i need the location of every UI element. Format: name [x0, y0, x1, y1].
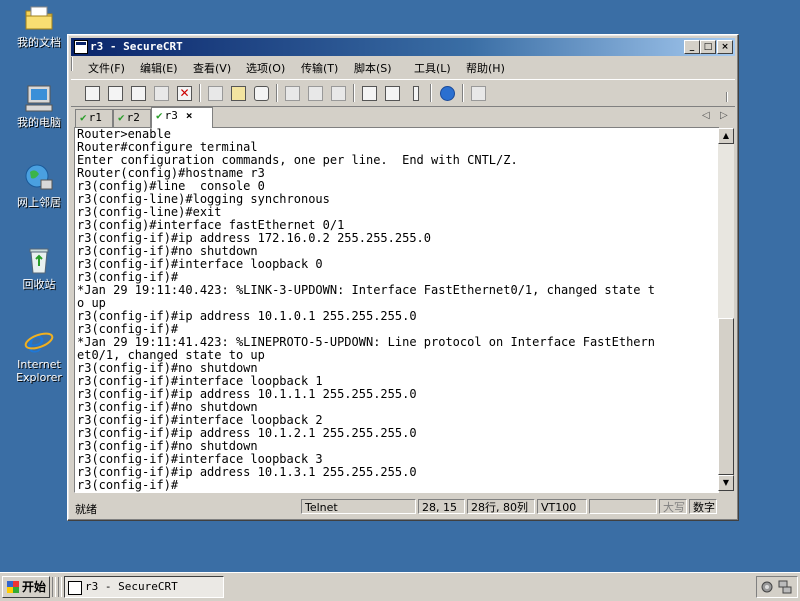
menu-separator: [71, 57, 73, 71]
toolbar-overflow-chevron-icon: [726, 92, 728, 102]
folder-icon: [23, 2, 55, 34]
tab-r3[interactable]: ✔ r3 ×: [151, 107, 213, 128]
tab-label: r3: [164, 109, 178, 122]
print-icon[interactable]: [283, 84, 301, 102]
status-ready: 就绪: [75, 503, 97, 516]
taskbar: 开始 r3 - SecureCRT: [0, 572, 800, 601]
internet-explorer-icon: e: [23, 324, 55, 360]
svg-text:e: e: [27, 325, 45, 356]
menu-transfer[interactable]: 传输(T): [301, 60, 338, 76]
global-options-icon[interactable]: [383, 84, 401, 102]
recycle-bin-icon: [23, 244, 55, 276]
menu-bar: 文件(F) 编辑(E) 查看(V) 选项(O) 传输(T) 脚本(S) 工具(L…: [71, 57, 735, 77]
session-options-icon[interactable]: [360, 84, 378, 102]
status-bar: 就绪 Telnet 28, 15 28行, 80列 VT100 大写 数字: [71, 497, 735, 517]
desktop-icon-label: 网上邻居: [17, 196, 61, 209]
taskbar-item-securecrt[interactable]: r3 - SecureCRT: [64, 576, 224, 598]
securecrt-window: r3 - SecureCRT _ □ × 文件(F) 编辑(E) 查看(V) 选…: [67, 34, 739, 521]
start-button[interactable]: 开始: [2, 576, 50, 598]
tab-r2[interactable]: ✔ r2: [113, 109, 151, 127]
status-cursor-position: 28, 15: [418, 499, 465, 514]
toolbar-separator: [199, 84, 201, 102]
reconnect-icon[interactable]: [152, 84, 170, 102]
toolbar-separator: [462, 84, 464, 102]
scroll-up-icon[interactable]: ▲: [718, 128, 734, 144]
securecrt-app-icon: [74, 40, 88, 54]
tab-label: r2: [126, 111, 140, 124]
desktop-icon-network-places[interactable]: 网上邻居: [6, 162, 72, 209]
check-icon: ✔: [118, 111, 125, 124]
close-button[interactable]: ×: [717, 40, 733, 54]
securecrt-app-icon: [68, 581, 82, 595]
copy-icon[interactable]: [206, 84, 224, 102]
computer-icon: [23, 82, 55, 114]
scroll-down-icon[interactable]: ▼: [718, 475, 734, 491]
toolbar-separator: [430, 84, 432, 102]
minimize-button[interactable]: _: [684, 40, 700, 54]
tab-scroll-right-icon[interactable]: ▷: [720, 110, 728, 121]
terminal-line: *Jan 29 19:11:40.423: %LINK-3-UPDOWN: In…: [77, 283, 655, 297]
print-selection-icon[interactable]: [306, 84, 324, 102]
maximize-button[interactable]: □: [700, 40, 716, 54]
connect-tab-icon[interactable]: [129, 84, 147, 102]
disconnect-icon[interactable]: ✕: [175, 84, 193, 102]
desktop-icon-my-computer[interactable]: 我的电脑: [6, 82, 72, 129]
window-titlebar[interactable]: r3 - SecureCRT _ □ ×: [71, 38, 735, 56]
toolbar-separator: [276, 84, 278, 102]
status-terminal-type: VT100: [537, 499, 587, 514]
menu-help[interactable]: 帮助(H): [466, 60, 505, 76]
network-globe-icon: [23, 162, 55, 194]
check-icon: ✔: [156, 109, 163, 122]
desktop-icon-label: 我的文档: [17, 36, 61, 49]
toolbar: ✕: [71, 79, 735, 107]
menu-options[interactable]: 选项(O): [246, 60, 285, 76]
desktop-icon-recycle-bin[interactable]: 回收站: [6, 244, 72, 291]
desktop-icon-my-documents[interactable]: 我的文档: [6, 2, 72, 49]
status-protocol: Telnet: [301, 499, 416, 514]
sftp-icon[interactable]: [469, 84, 487, 102]
window-title: r3 - SecureCRT: [90, 40, 183, 53]
desktop-icon-label: 回收站: [22, 278, 56, 291]
menu-tools[interactable]: 工具(L): [414, 60, 451, 76]
scrollbar-thumb[interactable]: [718, 318, 734, 475]
quick-connect-icon[interactable]: [106, 84, 124, 102]
start-label: 开始: [22, 580, 47, 594]
tray-network-icon[interactable]: [778, 580, 792, 594]
status-dimensions: 28行, 80列: [467, 499, 535, 514]
find-icon[interactable]: [252, 84, 270, 102]
desktop-icon-internet-explorer[interactable]: e Internet Explorer: [6, 324, 72, 384]
windows-flag-icon: [7, 581, 19, 593]
check-icon: ✔: [80, 111, 87, 124]
menu-view[interactable]: 查看(V): [193, 60, 231, 76]
system-tray: [756, 576, 798, 598]
toolbar-separator: [353, 84, 355, 102]
tab-scroll-left-icon[interactable]: ◁: [702, 110, 710, 121]
terminal-scrollbar[interactable]: ▲ ▼: [718, 128, 734, 491]
paste-icon[interactable]: [229, 84, 247, 102]
desktop-icon-label: 我的电脑: [17, 116, 61, 129]
status-caps-lock: 大写: [659, 499, 687, 514]
tab-close-icon[interactable]: ×: [186, 109, 193, 122]
session-tabs: ✔ r1 ✔ r2 ✔ r3 × ◁ ▷: [71, 107, 735, 128]
tab-r1[interactable]: ✔ r1: [75, 109, 113, 127]
connect-icon[interactable]: [83, 84, 101, 102]
tab-label: r1: [88, 111, 102, 124]
help-icon[interactable]: [438, 84, 456, 102]
status-num-lock: 数字: [689, 499, 717, 514]
taskbar-item-label: r3 - SecureCRT: [85, 580, 178, 593]
status-blank: [589, 499, 657, 514]
menu-edit[interactable]: 编辑(E): [140, 60, 178, 76]
keymap-icon[interactable]: [406, 84, 424, 102]
menu-script[interactable]: 脚本(S): [354, 60, 392, 76]
print-setup-icon[interactable]: [329, 84, 347, 102]
taskbar-separator: [58, 577, 62, 597]
desktop-icon-label: Internet Explorer: [16, 358, 62, 384]
menu-file[interactable]: 文件(F): [88, 60, 125, 76]
taskbar-separator: [52, 577, 56, 597]
tray-gear-icon[interactable]: [760, 580, 774, 594]
terminal-line: r3(config-if)#: [77, 478, 179, 492]
terminal-output[interactable]: Router>enable Router#configure terminal En…: [74, 127, 719, 493]
